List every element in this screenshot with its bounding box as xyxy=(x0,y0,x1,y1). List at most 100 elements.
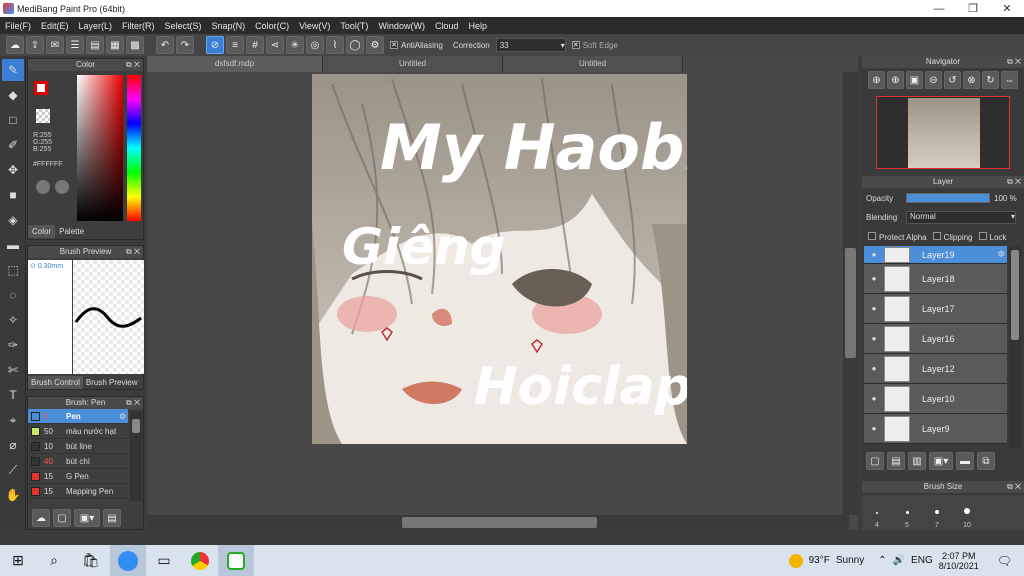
protect-alpha-toggle[interactable]: Protect Alpha xyxy=(868,232,927,242)
zoom-out-icon[interactable]: ⊖ xyxy=(925,71,942,89)
artwork-canvas[interactable]: My Haobi Giêng Hoiclap xyxy=(312,74,687,444)
layer-row[interactable]: ● Layer16 xyxy=(864,324,1007,354)
brush-list-scrollbar[interactable] xyxy=(130,411,142,501)
rotate-right-icon[interactable]: ↻ xyxy=(982,71,999,89)
soft-edge-checkbox[interactable]: ✕ xyxy=(571,41,580,49)
protect-alpha-checkbox[interactable] xyxy=(868,232,876,240)
fit-icon[interactable]: ▣ xyxy=(906,71,923,89)
menu-edit[interactable]: Edit(E) xyxy=(36,21,74,31)
menu-file[interactable]: File(F) xyxy=(0,21,36,31)
horizontal-scrollbar[interactable] xyxy=(147,515,849,530)
panel-close-icon[interactable]: ⧉ ✕ xyxy=(126,246,140,258)
cloud-icon[interactable]: ☁ xyxy=(6,36,24,54)
bucket-tool-icon[interactable]: ◈ xyxy=(2,209,24,231)
brush-menu-icon[interactable]: ▣▾ xyxy=(74,509,100,527)
concentric-snap-icon[interactable]: ◎ xyxy=(306,36,324,54)
layer-row[interactable]: ● Layer19 ✲ xyxy=(864,246,1007,264)
panel-close-icon[interactable]: ⧉ ✕ xyxy=(1007,56,1021,68)
hand-tool-icon[interactable]: ✋ xyxy=(2,484,24,506)
list-item[interactable]: 40 bút chì xyxy=(28,454,128,469)
select-rect-icon[interactable]: ⬚ xyxy=(2,259,24,281)
add-brush-icon[interactable]: ▢ xyxy=(53,509,71,527)
visibility-eye-icon[interactable]: ● xyxy=(864,394,884,403)
tab-document-2[interactable]: Untitled xyxy=(323,56,503,72)
speaker-icon[interactable]: 🔊 xyxy=(893,555,905,566)
visibility-eye-icon[interactable]: ● xyxy=(864,364,884,373)
windows-start-icon[interactable]: ⊞ xyxy=(0,545,36,576)
menu-layer[interactable]: Layer(L) xyxy=(74,21,118,31)
list-item[interactable]: 5 Pen ⚙ xyxy=(28,409,128,424)
visibility-eye-icon[interactable]: ● xyxy=(864,334,884,343)
snap-off-icon[interactable]: ⊘ xyxy=(206,36,224,54)
close-button[interactable]: ✕ xyxy=(990,0,1024,17)
reset-rotate-icon[interactable]: ⊗ xyxy=(963,71,980,89)
eraser-tool-icon[interactable]: ◆ xyxy=(2,84,24,106)
store-icon[interactable]: 🛍 xyxy=(72,545,110,576)
menu-select[interactable]: Select(S) xyxy=(160,21,207,31)
layer-row[interactable]: ● Layer9 xyxy=(864,414,1007,444)
menu-snap[interactable]: Snap(N) xyxy=(207,21,251,31)
share-icon[interactable]: ⇪ xyxy=(26,36,44,54)
comment-icon[interactable]: ✉ xyxy=(46,36,64,54)
brush-settings-icon[interactable]: ▤ xyxy=(103,509,121,527)
visibility-eye-icon[interactable]: ● xyxy=(864,274,884,283)
panel-close-icon[interactable]: ⧉ ✕ xyxy=(126,59,140,71)
layer-row[interactable]: ● Layer10 xyxy=(864,384,1007,414)
rotate-left-icon[interactable]: ↺ xyxy=(944,71,961,89)
tab-brush-preview[interactable]: Brush Preview xyxy=(83,376,141,389)
clipping-checkbox[interactable] xyxy=(932,232,941,240)
brush-size-option[interactable]: 4 xyxy=(862,495,892,529)
menu-tool[interactable]: Tool(T) xyxy=(335,21,373,31)
eyedropper-tool-icon[interactable]: ⌀ xyxy=(2,434,24,456)
folder-icon[interactable]: ▬ xyxy=(956,452,974,470)
panel-close-icon[interactable]: ⧉ ✕ xyxy=(126,397,140,409)
layer-list-scrollbar[interactable] xyxy=(1009,246,1021,448)
layer-row[interactable]: ● Layer18 xyxy=(864,264,1007,294)
grid-icon[interactable]: ▩ xyxy=(126,36,144,54)
document-icon[interactable]: ▤ xyxy=(86,36,104,54)
primary-color-swatch[interactable] xyxy=(34,81,48,95)
visibility-eye-icon[interactable]: ● xyxy=(864,250,884,259)
text-tool-icon[interactable]: T xyxy=(2,384,24,406)
new-layer-color-icon[interactable]: ▤ xyxy=(887,452,905,470)
antialiasing-toggle[interactable]: ✕ AntiAliasing xyxy=(390,41,443,50)
clipping-toggle[interactable]: Clipping xyxy=(932,232,973,242)
divide-tool-icon[interactable]: ⟋ xyxy=(2,459,24,481)
chevron-up-icon[interactable]: ⌃ xyxy=(878,555,886,566)
duplicate-layer-icon[interactable]: ⧉ xyxy=(977,452,995,470)
clock[interactable]: 2:07 PM 8/10/2021 xyxy=(939,551,979,571)
file-explorer-icon[interactable]: ▭ xyxy=(146,545,182,576)
visibility-eye-icon[interactable]: ● xyxy=(864,304,884,313)
fill-rect-icon[interactable]: ■ xyxy=(2,184,24,206)
panel-icon[interactable]: ▦ xyxy=(106,36,124,54)
medibang-icon[interactable] xyxy=(218,545,254,576)
chrome-icon[interactable] xyxy=(182,545,218,576)
blending-dropdown[interactable]: Normal ▾ xyxy=(906,211,1016,224)
grid-snap-icon[interactable]: # xyxy=(246,36,264,54)
new-halftone-layer-icon[interactable]: ▥ xyxy=(908,452,926,470)
radial-snap-icon[interactable]: ✳ xyxy=(286,36,304,54)
menu-window[interactable]: Window(W) xyxy=(373,21,430,31)
move-tool-icon[interactable]: ✥ xyxy=(2,159,24,181)
tab-document-1[interactable]: dsfsdf.mdp xyxy=(147,56,323,72)
opacity-slider[interactable] xyxy=(906,193,990,203)
layer-row[interactable]: ● Layer17 xyxy=(864,294,1007,324)
zoom-in-icon[interactable]: ⊕ xyxy=(887,71,904,89)
lock-checkbox[interactable] xyxy=(978,232,987,240)
select-pen-tool-icon[interactable]: ✑ xyxy=(2,334,24,356)
search-icon[interactable]: ⌕ xyxy=(36,545,72,576)
color-saturation-box[interactable] xyxy=(77,75,123,221)
select-eraser-icon[interactable]: ✄ xyxy=(2,359,24,381)
vertical-scrollbar[interactable] xyxy=(843,72,858,515)
magic-wand-icon[interactable]: ✧ xyxy=(2,309,24,331)
weather-desc[interactable]: Sunny xyxy=(836,555,864,566)
minimize-button[interactable]: — xyxy=(922,0,956,17)
gear-icon[interactable]: ⚙ xyxy=(119,412,126,421)
weather-temp[interactable]: 93°F xyxy=(809,555,830,566)
gear-icon[interactable]: ✲ xyxy=(997,249,1005,260)
gradation-tool-icon[interactable]: ▬ xyxy=(2,234,24,256)
layer-row[interactable]: ● Layer12 xyxy=(864,354,1007,384)
list-item[interactable]: 10 bút line xyxy=(28,439,128,454)
panel-close-icon[interactable]: ⧉ ✕ xyxy=(1007,481,1021,493)
list-item[interactable]: 15 Mapping Pen xyxy=(28,484,128,499)
